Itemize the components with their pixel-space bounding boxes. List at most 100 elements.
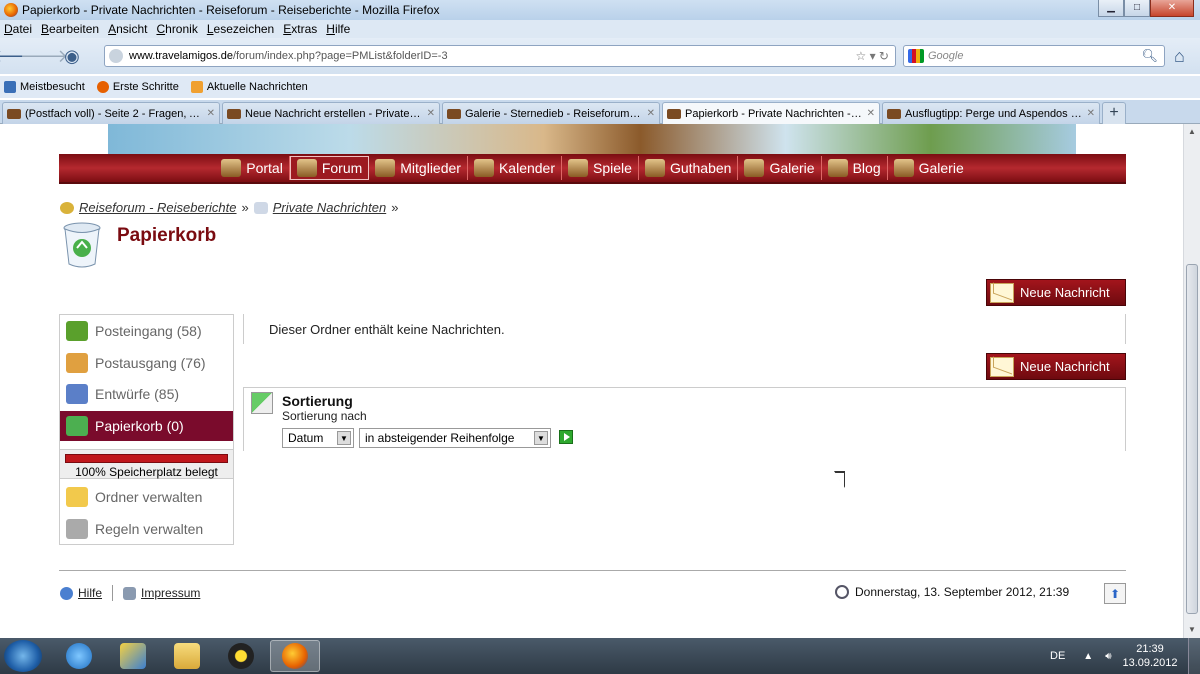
taskbar-internet-explorer[interactable] [54, 640, 104, 672]
close-icon[interactable]: ✕ [1150, 0, 1194, 17]
minimize-icon[interactable]: ▁ [1098, 0, 1124, 17]
inbox-icon [66, 321, 88, 341]
site-identity-icon[interactable]: ◉ [60, 44, 84, 68]
new-message-button-bottom[interactable]: Neue Nachricht [986, 353, 1126, 380]
maximize-icon[interactable]: □ [1124, 0, 1150, 17]
show-desktop-button[interactable] [1188, 638, 1200, 674]
sort-order-select[interactable]: in absteigender Reihenfolge ▼ [359, 428, 551, 448]
taskbar-date: 13.09.2012 [1122, 657, 1178, 669]
sort-submit-button[interactable] [559, 430, 573, 444]
nav-forum[interactable]: Forum [289, 156, 370, 180]
folder-icon [174, 643, 200, 669]
sidebar-item-entwuerfe[interactable]: Entwürfe (85) [60, 379, 233, 409]
portal-icon [221, 159, 242, 177]
help-link[interactable]: Hilfe [78, 586, 102, 600]
nav-galerie-2[interactable]: Galerie [888, 156, 970, 180]
clock-icon [835, 585, 849, 599]
tab-ausflugtipp[interactable]: Ausflugtipp: Perge und Aspendos ab ... ✕ [882, 102, 1100, 124]
tab-close-icon[interactable]: ✕ [647, 108, 655, 119]
url-bar[interactable]: www.travelamigos.de/forum/index.php?page… [104, 45, 896, 67]
nav-kalender[interactable]: Kalender [468, 156, 563, 180]
site-favicon-icon [7, 108, 21, 119]
site-favicon-icon [887, 108, 901, 119]
breadcrumb-separator: » [241, 200, 249, 215]
nav-galerie[interactable]: Galerie [738, 156, 822, 180]
tab-close-icon[interactable]: ✕ [1087, 108, 1095, 119]
new-message-icon [990, 356, 1014, 377]
page-scrollbar[interactable]: ▲ ▼ [1183, 124, 1200, 638]
menu-chronik[interactable]: Chronik [156, 22, 197, 36]
taskbar-paint[interactable] [108, 640, 158, 672]
chevron-down-icon[interactable]: ▼ [337, 431, 351, 445]
site-banner [108, 124, 1076, 154]
nav-portal[interactable]: Portal [215, 156, 290, 180]
tab-close-icon[interactable]: ✕ [427, 108, 435, 119]
tab-neue-nachricht[interactable]: Neue Nachricht erstellen - Private Na...… [222, 102, 440, 124]
forward-button[interactable]: 🡒 [20, 44, 68, 68]
scroll-down-icon[interactable]: ▼ [1184, 622, 1200, 638]
sidebar-item-ordner-verwalten[interactable]: Ordner verwalten [60, 482, 233, 512]
sidebar-item-posteingang[interactable]: Posteingang (58) [60, 316, 233, 346]
language-indicator[interactable]: DE [1050, 650, 1065, 662]
tray-expand-icon[interactable]: ▲ [1083, 651, 1093, 662]
new-tab-button[interactable]: + [1102, 102, 1126, 124]
window-controls: ▁ □ ✕ [1098, 0, 1194, 17]
sort-field-select[interactable]: Datum ▼ [282, 428, 354, 448]
tab-postfach[interactable]: (Postfach voll) - Seite 2 - Fragen, Anr.… [2, 102, 220, 124]
menu-hilfe[interactable]: Hilfe [326, 22, 350, 36]
bookmark-star-icon[interactable]: ☆ ▾ ↻ [855, 49, 889, 63]
nav-mitglieder[interactable]: Mitglieder [369, 156, 468, 180]
breadcrumb-reiseforum[interactable]: Reiseforum - Reiseberichte [79, 200, 237, 215]
start-button[interactable] [4, 640, 42, 672]
sidebar-item-postausgang[interactable]: Postausgang (76) [60, 348, 233, 378]
rss-icon [190, 81, 203, 93]
nav-guthaben[interactable]: Guthaben [639, 156, 739, 180]
menu-bearbeiten[interactable]: Bearbeiten [41, 22, 99, 36]
sidebar-item-papierkorb[interactable]: Papierkorb (0) [60, 411, 233, 441]
menu-datei[interactable]: Datei [4, 22, 32, 36]
scroll-up-icon[interactable]: ▲ [1184, 124, 1200, 140]
menu-bar: Datei Bearbeiten Ansicht Chronik Lesezei… [0, 20, 1200, 38]
scrollbar-thumb[interactable] [1186, 264, 1198, 614]
home-icon[interactable]: ⌂ [1174, 46, 1185, 67]
sidebar-item-regeln-verwalten[interactable]: Regeln verwalten [60, 514, 233, 544]
menu-lesezeichen[interactable]: Lesezeichen [207, 22, 274, 36]
menu-ansicht[interactable]: Ansicht [108, 22, 147, 36]
arrow-up-icon: ⬆ [1109, 586, 1121, 601]
new-message-icon [990, 282, 1014, 303]
tab-close-icon[interactable]: ✕ [867, 108, 875, 119]
storage-meter: 100% Speicherplatz belegt [60, 449, 233, 479]
mouse-cursor-icon [835, 473, 844, 487]
search-placeholder[interactable]: Google [928, 50, 963, 62]
bookmark-aktuelle-nachrichten[interactable]: Aktuelle Nachrichten [190, 81, 308, 93]
menu-extras[interactable]: Extras [283, 22, 317, 36]
nav-blog[interactable]: Blog [822, 156, 888, 180]
taskbar-time: 21:39 [1136, 643, 1164, 655]
folder-icon [66, 487, 88, 507]
new-message-button-top[interactable]: Neue Nachricht [986, 279, 1126, 306]
breadcrumb-private-nachrichten[interactable]: Private Nachrichten [273, 200, 386, 215]
tab-galerie[interactable]: Galerie - Sternedieb - Reiseforum - Re..… [442, 102, 660, 124]
search-bar[interactable]: Google 🔍︎ [903, 45, 1165, 67]
google-icon[interactable] [908, 49, 924, 63]
bookmark-meistbesucht[interactable]: Meistbesucht [4, 81, 85, 93]
sort-heading: Sortierung [282, 393, 353, 409]
chevron-down-icon[interactable]: ▼ [534, 431, 548, 445]
bookmark-erste-schritte[interactable]: Erste Schritte [96, 81, 179, 93]
url-text[interactable]: www.travelamigos.de/forum/index.php?page… [129, 50, 448, 62]
scroll-to-top-button[interactable]: ⬆ [1104, 583, 1126, 604]
nav-spiele[interactable]: Spiele [562, 156, 639, 180]
taskbar-firefox[interactable] [270, 640, 320, 672]
imprint-link[interactable]: Impressum [141, 586, 200, 600]
page-title: Papierkorb [117, 225, 217, 246]
picture-icon [893, 159, 914, 177]
tab-papierkorb[interactable]: Papierkorb - Private Nachrichten - Re...… [662, 102, 880, 124]
tab-close-icon[interactable]: ✕ [207, 108, 215, 119]
internet-explorer-icon [66, 643, 92, 669]
volume-icon[interactable]: 🔊︎ [1105, 651, 1111, 662]
search-icon[interactable]: 🔍︎ [1141, 48, 1158, 64]
taskbar-clock[interactable]: 21:39 13.09.2012 [1120, 642, 1180, 670]
taskbar-media-player[interactable] [216, 640, 266, 672]
taskbar-explorer[interactable] [162, 640, 212, 672]
paint-icon [120, 643, 146, 669]
